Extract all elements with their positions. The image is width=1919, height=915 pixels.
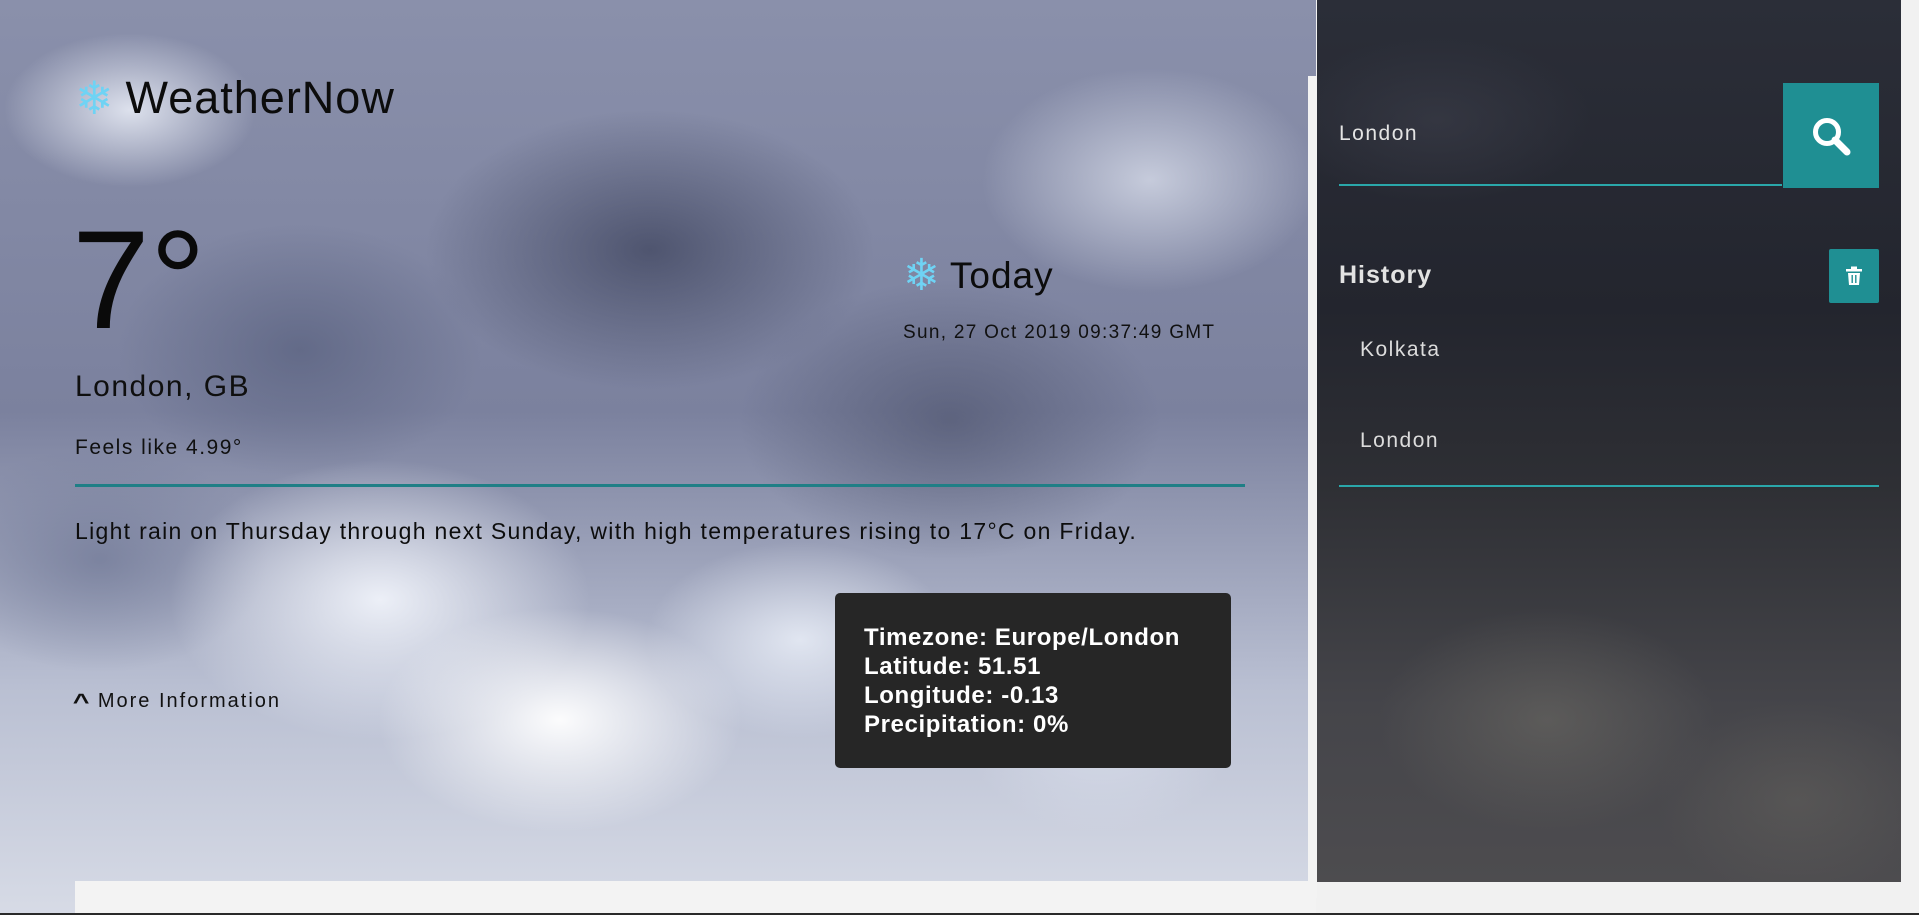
chevron-up-icon: ^ bbox=[72, 688, 93, 714]
location-details-tooltip: Timezone: Europe/London Latitude: 51.51 … bbox=[835, 593, 1231, 768]
main-panel-footer-strip bbox=[75, 881, 1316, 915]
longitude-text: Longitude: -0.13 bbox=[864, 682, 1059, 709]
scrollbar-track[interactable] bbox=[1901, 0, 1919, 882]
today-label: Today bbox=[949, 255, 1054, 296]
search-input[interactable] bbox=[1339, 83, 1782, 186]
feels-like: Feels like 4.99° bbox=[75, 436, 243, 459]
brand-name: WeatherNow bbox=[125, 72, 395, 123]
section-divider bbox=[75, 484, 1245, 487]
clear-history-button[interactable] bbox=[1829, 249, 1879, 303]
history-item-london[interactable]: London bbox=[1360, 429, 1439, 453]
current-temperature: 7° bbox=[72, 201, 206, 358]
forecast-summary: Light rain on Thursday through next Sund… bbox=[75, 518, 1138, 544]
today-heading: ❄ Today bbox=[903, 254, 1054, 298]
timezone-text: Timezone: Europe/London bbox=[864, 624, 1181, 651]
trash-icon bbox=[1846, 266, 1862, 285]
search-icon bbox=[1813, 117, 1851, 155]
search-bar bbox=[1339, 83, 1879, 188]
search-button[interactable] bbox=[1783, 83, 1879, 188]
more-information-label: More Information bbox=[97, 690, 282, 712]
brand: ❄ WeatherNow bbox=[75, 72, 395, 124]
more-information-toggle[interactable]: ^ More Information bbox=[72, 688, 282, 714]
current-location: London, GB bbox=[75, 370, 251, 403]
history-title: History bbox=[1339, 261, 1433, 289]
snowflake-icon: ❄ bbox=[903, 251, 940, 300]
latitude-text: Latitude: 51.51 bbox=[864, 653, 1042, 680]
snowflake-icon: ❄ bbox=[75, 72, 114, 124]
history-divider bbox=[1339, 485, 1879, 487]
current-datetime: Sun, 27 Oct 2019 09:37:49 GMT bbox=[903, 322, 1216, 343]
main-panel-edge bbox=[1308, 76, 1317, 898]
history-item-kolkata[interactable]: Kolkata bbox=[1360, 338, 1441, 362]
precipitation-text: Precipitation: 0% bbox=[864, 711, 1069, 738]
